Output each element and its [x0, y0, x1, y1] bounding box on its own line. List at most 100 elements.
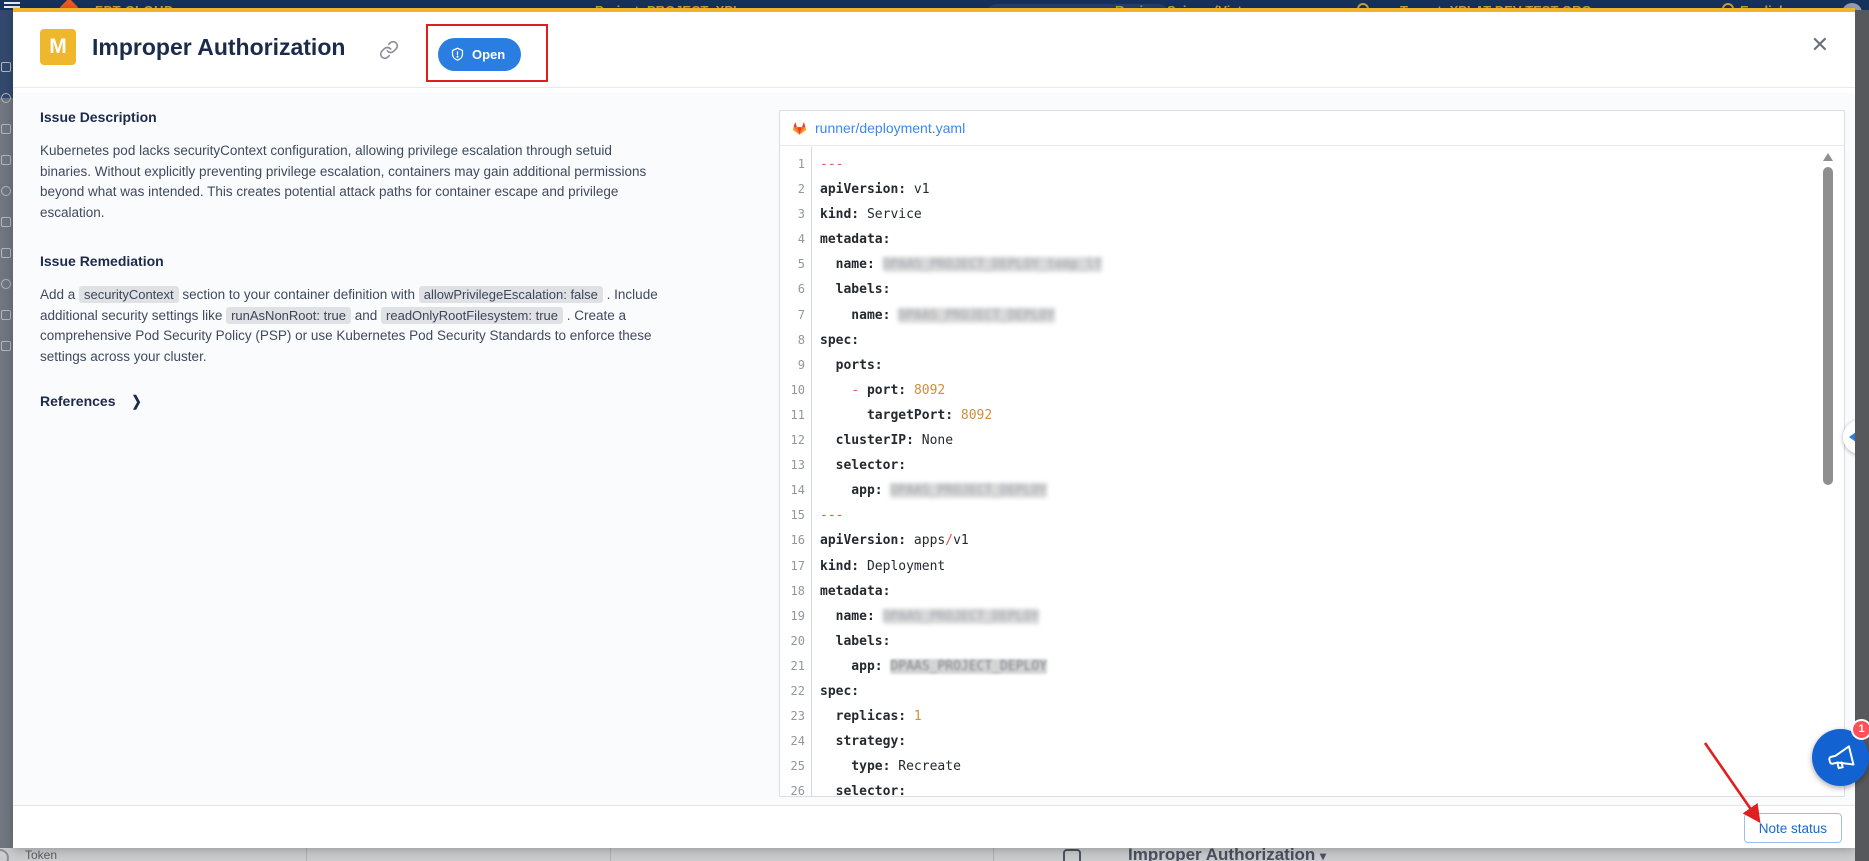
line-number: 17 [780, 554, 805, 579]
line-number: 25 [780, 754, 805, 779]
redacted-text: DPAAS_PROJECT_DEPLOY [890, 483, 1047, 498]
code-line: replicas: 1 [820, 704, 1822, 729]
nav-icon-9[interactable] [1, 310, 11, 320]
line-number: 5 [780, 252, 805, 277]
inline-code-chip: securityContext [79, 286, 179, 303]
issue-detail-modal: M Improper Authorization Open ✕ Issue De… [13, 8, 1855, 848]
code-line: app: DPAAS_PROJECT_DEPLOY [820, 478, 1822, 503]
inline-code-chip: readOnlyRootFilesystem: true [381, 307, 563, 324]
status-open-badge[interactable]: Open [438, 38, 521, 71]
line-number: 21 [780, 654, 805, 679]
code-line: type: Recreate [820, 754, 1822, 779]
megaphone-icon [1824, 741, 1858, 775]
severity-badge-medium: M [40, 29, 76, 65]
nav-icon-8[interactable] [1, 279, 11, 289]
code-line: apiVersion: apps/v1 [820, 528, 1822, 553]
code-line: spec: [820, 679, 1822, 704]
code-line: --- [820, 503, 1822, 528]
redacted-text: DPAAS_PROJECT_DEPLOY [890, 659, 1047, 674]
line-number: 4 [780, 227, 805, 252]
modal-footer: Note status [13, 805, 1855, 848]
code-line: --- [820, 152, 1822, 177]
line-number: 10 [780, 378, 805, 403]
code-line: strategy: [820, 729, 1822, 754]
issue-info-column: Issue Description Kubernetes pod lacks s… [40, 109, 662, 409]
code-viewer-card: runner/deployment.yaml 12345678910111213… [779, 110, 1845, 797]
nav-icon-4[interactable] [1, 155, 11, 165]
line-number: 2 [780, 177, 805, 202]
left-nav-strip [0, 10, 13, 861]
nav-icon-7[interactable] [1, 248, 11, 258]
remediation-text: Add a securityContext section to your co… [40, 285, 662, 367]
code-scrollbar[interactable] [1823, 153, 1833, 788]
remediation-heading: Issue Remediation [40, 253, 662, 269]
nav-icon-2[interactable] [1, 93, 11, 103]
file-header: runner/deployment.yaml [780, 111, 1844, 146]
line-number: 11 [780, 403, 805, 428]
line-number: 24 [780, 729, 805, 754]
description-heading: Issue Description [40, 109, 662, 125]
code-line: metadata: [820, 579, 1822, 604]
code-line: kind: Deployment [820, 554, 1822, 579]
copy-link-icon[interactable] [379, 40, 399, 60]
line-number: 6 [780, 277, 805, 302]
code-line: app: DPAAS_PROJECT_DEPLOY [820, 654, 1822, 679]
modal-body: Issue Description Kubernetes pod lacks s… [13, 93, 1855, 809]
code-line: selector: [820, 779, 1822, 796]
line-number: 20 [780, 629, 805, 654]
line-number: 13 [780, 453, 805, 478]
redacted-text: DPAAS_PROJECT_DEPLOY_temp_lf [883, 257, 1102, 272]
annotation-highlight-box: Open [426, 24, 548, 82]
description-text: Kubernetes pod lacks securityContext con… [40, 141, 662, 223]
code-line: name: DPAAS_PROJECT_DEPLOY [820, 303, 1822, 328]
nav-icon-10[interactable] [1, 341, 11, 351]
status-open-label: Open [472, 47, 505, 62]
nav-icon-1[interactable] [1, 62, 11, 72]
line-number: 16 [780, 528, 805, 553]
inline-code-chip: runAsNonRoot: true [226, 307, 351, 324]
close-icon[interactable]: ✕ [1811, 34, 1829, 56]
issue-type-icon [1063, 849, 1081, 861]
redacted-text: DPAAS_PROJECT_DEPLOY [883, 609, 1040, 624]
background-page-row: Token Improper Authorization ▾ [0, 848, 1855, 861]
nav-icon-3[interactable] [1, 124, 11, 134]
code-line: clusterIP: None [820, 428, 1822, 453]
scroll-up-icon[interactable] [1823, 153, 1833, 161]
line-number: 22 [780, 679, 805, 704]
code-editor[interactable]: 1234567891011121314151617181920212223242… [780, 147, 1844, 796]
code-line: metadata: [820, 227, 1822, 252]
code-line: targetPort: 8092 [820, 403, 1822, 428]
line-number: 18 [780, 579, 805, 604]
background-issue-title: Improper Authorization ▾ [1128, 848, 1326, 861]
line-number: 14 [780, 478, 805, 503]
code-line: kind: Service [820, 202, 1822, 227]
code-line: selector: [820, 453, 1822, 478]
notification-badge: 1 [1851, 719, 1869, 740]
code-line: labels: [820, 629, 1822, 654]
line-number: 8 [780, 328, 805, 353]
line-number: 9 [780, 353, 805, 378]
gitlab-icon [791, 120, 808, 137]
modal-header: M Improper Authorization Open ✕ [13, 12, 1855, 88]
line-number: 7 [780, 303, 805, 328]
references-toggle[interactable]: References ❯ [40, 393, 662, 409]
line-number: 19 [780, 604, 805, 629]
background-cell-label: Token [25, 848, 57, 861]
redacted-text: DPAAS_PROJECT_DEPLOY [898, 308, 1055, 323]
status-circle-icon [0, 849, 9, 861]
code-line: - port: 8092 [820, 378, 1822, 403]
line-number: 26 [780, 779, 805, 796]
line-numbers: 1234567891011121314151617181920212223242… [780, 147, 812, 796]
scrollbar-thumb[interactable] [1823, 167, 1833, 485]
line-number: 15 [780, 503, 805, 528]
line-number: 1 [780, 152, 805, 177]
nav-icon-5[interactable] [1, 186, 11, 196]
code-line: name: DPAAS_PROJECT_DEPLOY_temp_lf [820, 252, 1822, 277]
annotation-arrow [1695, 735, 1780, 835]
line-number: 3 [780, 202, 805, 227]
nav-icon-6[interactable] [1, 217, 11, 227]
code-line: spec: [820, 328, 1822, 353]
references-label: References [40, 393, 116, 409]
chevron-down-icon: ▾ [1320, 849, 1326, 861]
file-name-link[interactable]: runner/deployment.yaml [815, 120, 965, 136]
